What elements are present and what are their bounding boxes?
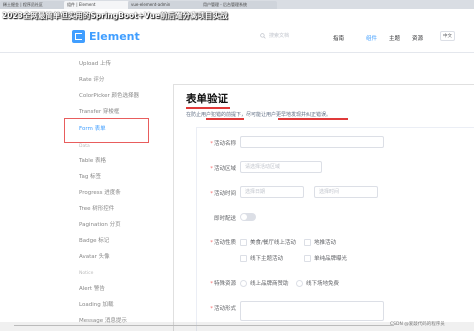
activity-time-picker[interactable]: 选择时间 bbox=[314, 186, 378, 198]
sidebar-item[interactable]: Loading 加载 bbox=[79, 300, 113, 308]
activity-date-picker[interactable]: 选择日期 bbox=[240, 186, 304, 198]
sidebar-item[interactable]: Alert 警告 bbox=[79, 284, 105, 292]
search-placeholder: 搜索文档 bbox=[269, 33, 290, 39]
activity-name-input[interactable] bbox=[240, 136, 384, 148]
nav-guide[interactable]: 指南 bbox=[333, 34, 344, 42]
field-label-time: *活动时间 bbox=[210, 191, 236, 197]
field-label-type: *活动性质 bbox=[210, 240, 236, 246]
resource-radio[interactable]: 线下场地免费 bbox=[296, 279, 339, 287]
field-label-name: *活动名称 bbox=[210, 141, 236, 147]
search-icon bbox=[260, 32, 266, 39]
element-logo[interactable]: Element bbox=[72, 30, 140, 43]
sidebar-item[interactable]: Avatar 头像 bbox=[79, 252, 110, 260]
nav-component[interactable]: 组件 bbox=[366, 34, 377, 42]
instant-delivery-switch[interactable] bbox=[240, 213, 256, 221]
component-sidebar: Upload 上传 Rate 评分 ColorPicker 颜色选择器 Tran… bbox=[0, 53, 175, 331]
sidebar-item[interactable]: Progress 进度条 bbox=[79, 188, 121, 196]
browser-tab-label: 组件 | Element bbox=[67, 2, 96, 7]
sidebar-item[interactable]: ColorPicker 颜色选择器 bbox=[79, 91, 139, 99]
browser-tab[interactable]: 用户管理 - 后台管理系统 bbox=[200, 1, 277, 9]
sidebar-item[interactable]: Tag 标签 bbox=[79, 172, 101, 180]
type-checkbox[interactable]: 单纯品牌曝光 bbox=[304, 254, 347, 262]
browser-tab-label: 用户管理 - 后台管理系统 bbox=[203, 2, 247, 7]
browser-tab-active[interactable]: 组件 | Element bbox=[64, 1, 129, 9]
field-label-resource: *特殊资源 bbox=[210, 281, 236, 287]
nav-theme[interactable]: 主题 bbox=[389, 34, 400, 42]
field-label-delivery: 即时配送 bbox=[213, 216, 236, 222]
annotation-highlight-box bbox=[64, 118, 149, 143]
browser-tab-label: vue-element-admin bbox=[131, 2, 171, 7]
sidebar-item[interactable]: Rate 评分 bbox=[79, 75, 104, 83]
language-select[interactable]: 中文 bbox=[440, 31, 455, 41]
browser-tab[interactable]: 稀土掘金 | 程序员社区 bbox=[0, 1, 65, 9]
sidebar-item[interactable]: Tree 树形控件 bbox=[79, 204, 114, 212]
element-logo-icon bbox=[72, 30, 85, 43]
field-label-region: *活动区域 bbox=[210, 166, 236, 172]
site-header: Element 搜索文档 指南 组件 主题 资源 中文 bbox=[0, 24, 474, 53]
sidebar-item[interactable]: Transfer 穿梭框 bbox=[79, 107, 119, 115]
browser-tab[interactable]: vue-element-admin bbox=[128, 1, 201, 9]
type-checkbox[interactable]: 美食/餐厅线上活动 bbox=[240, 238, 296, 246]
type-checkbox[interactable]: 地推活动 bbox=[304, 238, 336, 246]
browser-tab-label: 稀土掘金 | 程序员社区 bbox=[3, 2, 43, 7]
watermark-text: CSDN @爱敲代码的程序员 bbox=[390, 322, 445, 327]
activity-region-select[interactable]: 请选择活动区域 bbox=[240, 161, 322, 173]
resource-radio[interactable]: 线上品牌商赞助 bbox=[240, 279, 289, 287]
activity-desc-textarea[interactable] bbox=[240, 301, 384, 321]
section-description: 在防止用户犯错的前提下，尽可能让用户更早地发现并纠正错误。 bbox=[186, 112, 332, 118]
annotation-underline bbox=[278, 118, 348, 120]
sidebar-item[interactable]: Badge 标记 bbox=[79, 236, 109, 244]
video-progress-track[interactable] bbox=[14, 325, 394, 326]
section-title: 表单验证 bbox=[186, 93, 228, 105]
search-input[interactable]: 搜索文档 bbox=[260, 32, 289, 39]
sidebar-group-notice: Notice bbox=[79, 271, 94, 276]
logo-text: Element bbox=[89, 30, 140, 43]
nav-resource[interactable]: 资源 bbox=[412, 34, 423, 42]
sidebar-item[interactable]: Upload 上传 bbox=[79, 59, 111, 67]
type-checkbox[interactable]: 线下主题活动 bbox=[240, 254, 283, 262]
annotation-underline bbox=[206, 118, 244, 120]
field-label-desc: *活动形式 bbox=[210, 306, 236, 312]
sidebar-group-data: Data bbox=[79, 144, 90, 149]
video-title-overlay: 2023全网最简单但实用的SpringBoot+Vue前后端分离项目实战 bbox=[2, 11, 228, 20]
sidebar-item[interactable]: Pagination 分页 bbox=[79, 220, 121, 228]
browser-tab-strip: 稀土掘金 | 程序员社区 组件 | Element vue-element-ad… bbox=[0, 0, 474, 9]
annotation-underline bbox=[186, 107, 230, 109]
sidebar-item[interactable]: Table 表格 bbox=[79, 156, 106, 164]
